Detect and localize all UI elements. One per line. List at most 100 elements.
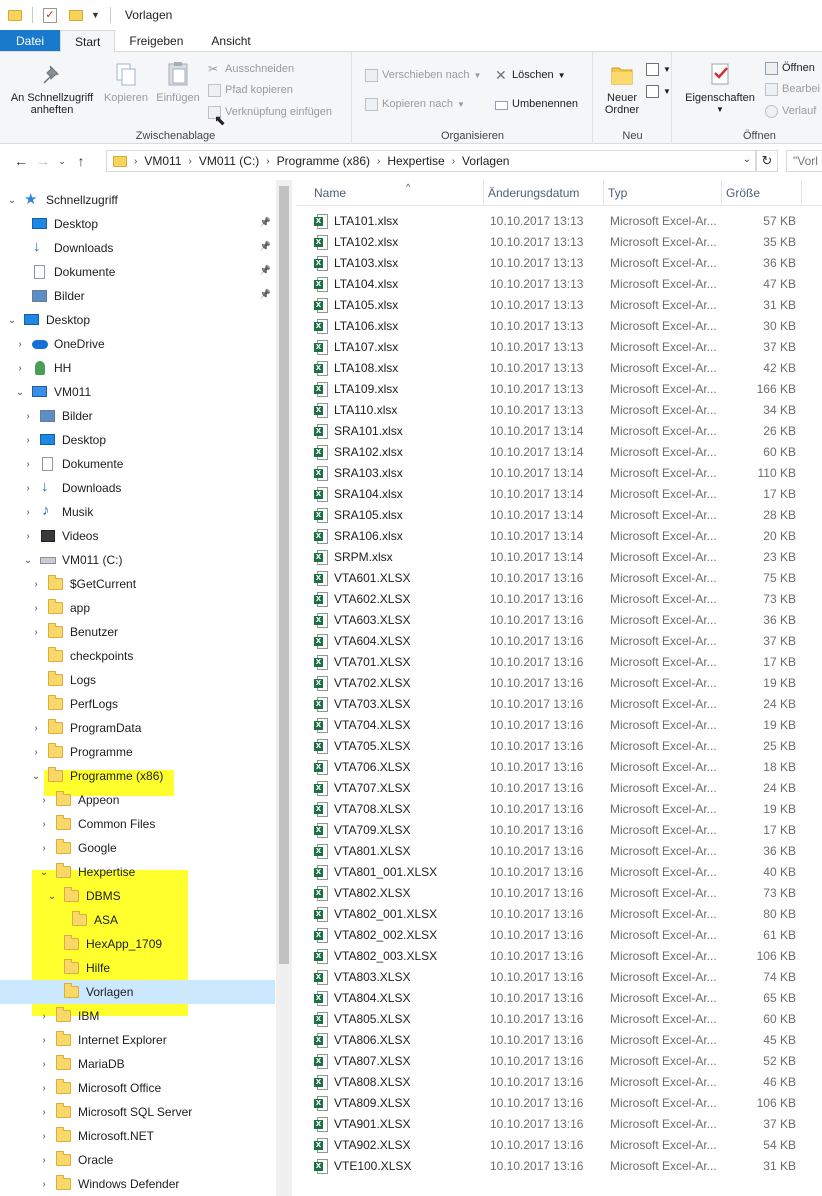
nav-item-videos[interactable]: › Videos xyxy=(0,524,275,548)
up-arrow-icon[interactable]: ↑ xyxy=(70,153,92,169)
cut-button[interactable]: ✂ Ausschneiden xyxy=(208,60,294,78)
nav-item-downloads[interactable]: ↓ Downloads 📌 xyxy=(0,236,275,260)
chevron-right-icon[interactable]: › xyxy=(38,1155,50,1166)
tab-share[interactable]: Freigeben xyxy=(115,30,197,51)
file-row[interactable]: X VTA802_002.XLSX 10.10.2017 13:16 Microsof… xyxy=(296,925,822,946)
nav-item-bilder[interactable]: Bilder 📌 xyxy=(0,284,275,308)
chevron-right-icon[interactable]: › xyxy=(38,795,50,806)
nav-item-app[interactable]: › app xyxy=(0,596,275,620)
nav-item-logs[interactable]: Logs xyxy=(0,668,275,692)
chevron-right-icon[interactable]: › xyxy=(30,723,42,734)
chevron-right-icon[interactable]: › xyxy=(30,579,42,590)
move-to-button[interactable]: Verschieben nach ▼ xyxy=(365,66,481,84)
nav-item-hilfe[interactable]: Hilfe xyxy=(0,956,275,980)
file-row[interactable]: X VTA702.XLSX 10.10.2017 13:16 Microsoft Ex… xyxy=(296,673,822,694)
nav-item-desktop[interactable]: Desktop 📌 xyxy=(0,212,275,236)
file-row[interactable]: X LTA106.xlsx 10.10.2017 13:13 Microsoft Ex… xyxy=(296,316,822,337)
pin-icon[interactable]: 📌 xyxy=(260,241,271,252)
file-row[interactable]: X VTA802_003.XLSX 10.10.2017 13:16 Microsof… xyxy=(296,946,822,967)
nav-scrollbar[interactable] xyxy=(276,180,292,1196)
file-row[interactable]: X SRA106.xlsx 10.10.2017 13:14 Microsoft Ex… xyxy=(296,526,822,547)
nav-item-windows-defender[interactable]: › Windows Defender xyxy=(0,1172,275,1196)
breadcrumb-programme-x86[interactable]: Programme (x86) xyxy=(277,154,370,168)
nav-item-onedrive[interactable]: › OneDrive xyxy=(0,332,275,356)
breadcrumb-chevron-icon[interactable]: › xyxy=(188,156,191,167)
chevron-right-icon[interactable]: › xyxy=(38,1059,50,1070)
file-row[interactable]: X LTA110.xlsx 10.10.2017 13:13 Microsoft Ex… xyxy=(296,400,822,421)
chevron-right-icon[interactable]: › xyxy=(22,531,34,542)
forward-arrow-icon[interactable]: → xyxy=(32,153,54,169)
nav-item-perflogs[interactable]: PerfLogs xyxy=(0,692,275,716)
nav-item-desktop[interactable]: › Desktop xyxy=(0,428,275,452)
address-dropdown-chevron-icon[interactable]: ⌄ xyxy=(743,154,751,165)
tab-start[interactable]: Start xyxy=(60,30,116,53)
file-row[interactable]: X SRA101.xlsx 10.10.2017 13:14 Microsoft Ex… xyxy=(296,421,822,442)
new-folder-quick-icon[interactable] xyxy=(69,9,83,21)
chevron-right-icon[interactable]: › xyxy=(22,507,34,518)
easy-access-button[interactable]: ▼ xyxy=(646,82,671,100)
nav-item-oracle[interactable]: › Oracle xyxy=(0,1148,275,1172)
column-header-date[interactable]: Änderungsdatum xyxy=(484,180,604,206)
chevron-right-icon[interactable]: › xyxy=(38,1011,50,1022)
chevron-down-icon[interactable]: ⌄ xyxy=(14,387,26,398)
chevron-down-icon[interactable]: ⌄ xyxy=(6,315,18,326)
nav-item-bilder[interactable]: › Bilder xyxy=(0,404,275,428)
chevron-right-icon[interactable]: › xyxy=(22,411,34,422)
search-input[interactable]: "Vorl xyxy=(786,150,822,172)
file-row[interactable]: X VTA603.XLSX 10.10.2017 13:16 Microsoft Ex… xyxy=(296,610,822,631)
column-header-size[interactable]: Größe xyxy=(722,180,802,206)
chevron-right-icon[interactable]: › xyxy=(30,747,42,758)
chevron-right-icon[interactable]: › xyxy=(22,435,34,446)
chevron-right-icon[interactable]: › xyxy=(38,1179,50,1190)
nav-item-checkpoints[interactable]: checkpoints xyxy=(0,644,275,668)
file-row[interactable]: X VTA602.XLSX 10.10.2017 13:16 Microsoft Ex… xyxy=(296,589,822,610)
nav-item-asa[interactable]: ASA xyxy=(0,908,275,932)
file-row[interactable]: X VTA709.XLSX 10.10.2017 13:16 Microsoft Ex… xyxy=(296,820,822,841)
chevron-down-icon[interactable]: ⌄ xyxy=(6,195,18,206)
chevron-right-icon[interactable]: › xyxy=(38,1131,50,1142)
chevron-right-icon[interactable]: › xyxy=(38,819,50,830)
nav-item-musik[interactable]: › ♪ Musik xyxy=(0,500,275,524)
properties-button[interactable]: Eigenschaften ▼ xyxy=(679,58,761,116)
history-button[interactable]: Verlauf xyxy=(765,102,816,120)
back-arrow-icon[interactable]: ← xyxy=(10,153,32,169)
nav-item-internet-explorer[interactable]: › Internet Explorer xyxy=(0,1028,275,1052)
chevron-right-icon[interactable]: › xyxy=(38,843,50,854)
pin-icon[interactable]: 📌 xyxy=(260,289,271,300)
copy-to-button[interactable]: Kopieren nach ▼ xyxy=(365,95,465,113)
file-row[interactable]: X VTA807.XLSX 10.10.2017 13:16 Microsoft Ex… xyxy=(296,1051,822,1072)
chevron-right-icon[interactable]: › xyxy=(14,339,26,350)
nav-item-getcurrent[interactable]: › $GetCurrent xyxy=(0,572,275,596)
nav-item-programme-x86[interactable]: ⌄ Programme (x86) xyxy=(0,764,275,788)
pin-icon[interactable]: 📌 xyxy=(260,265,271,276)
customize-dropdown-icon[interactable]: ▼ xyxy=(91,10,100,20)
file-row[interactable]: X VTA802.XLSX 10.10.2017 13:16 Microsoft Ex… xyxy=(296,883,822,904)
nav-item-desktop[interactable]: ⌄ Desktop xyxy=(0,308,275,332)
nav-item-benutzer[interactable]: › Benutzer xyxy=(0,620,275,644)
refresh-icon[interactable]: ↻ xyxy=(756,150,778,172)
nav-item-ibm[interactable]: › IBM xyxy=(0,1004,275,1028)
chevron-down-icon[interactable]: ⌄ xyxy=(46,891,58,902)
chevron-down-icon[interactable]: ⌄ xyxy=(38,867,50,878)
paste-shortcut-button[interactable]: Verknüpfung einfügen xyxy=(208,103,332,121)
chevron-down-icon[interactable]: ⌄ xyxy=(30,771,42,782)
file-row[interactable]: X SRA105.xlsx 10.10.2017 13:14 Microsoft Ex… xyxy=(296,505,822,526)
file-row[interactable]: X VTE100.XLSX 10.10.2017 13:16 Microsoft Ex… xyxy=(296,1156,822,1177)
file-row[interactable]: X VTA701.XLSX 10.10.2017 13:16 Microsoft Ex… xyxy=(296,652,822,673)
address-bar[interactable]: › VM011 › VM011 (C:) › Programme (x86) ›… xyxy=(106,150,756,172)
open-button[interactable]: Öffnen xyxy=(765,59,815,77)
nav-item-microsoft-net[interactable]: › Microsoft.NET xyxy=(0,1124,275,1148)
nav-item-dbms[interactable]: ⌄ DBMS xyxy=(0,884,275,908)
breadcrumb-chevron-icon[interactable]: › xyxy=(134,156,137,167)
column-header-name[interactable]: Name ^ xyxy=(310,180,484,206)
new-item-button[interactable]: ▼ xyxy=(646,60,671,78)
recent-locations-chevron-icon[interactable]: ⌄ xyxy=(54,156,70,167)
nav-item-schnellzugriff[interactable]: ⌄ ★ Schnellzugriff xyxy=(0,188,275,212)
file-row[interactable]: X VTA703.XLSX 10.10.2017 13:16 Microsoft Ex… xyxy=(296,694,822,715)
delete-button[interactable]: ✕ Löschen ▼ xyxy=(495,66,566,84)
nav-item-vm011[interactable]: ⌄ VM011 xyxy=(0,380,275,404)
chevron-right-icon[interactable]: › xyxy=(30,627,42,638)
nav-item-programdata[interactable]: › ProgramData xyxy=(0,716,275,740)
nav-item-dokumente[interactable]: Dokumente 📌 xyxy=(0,260,275,284)
pin-icon[interactable]: 📌 xyxy=(260,217,271,228)
